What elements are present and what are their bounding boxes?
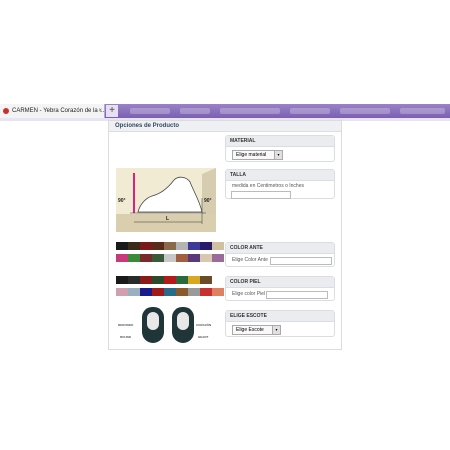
tab-title: CARMEN - Yebra Corazón de la ...	[12, 108, 105, 114]
color-ante-title: COLOR ANTE	[226, 243, 334, 254]
color-swatch[interactable]	[212, 242, 224, 250]
color-swatch[interactable]	[200, 242, 212, 250]
color-piel-label: Elige color Piel	[232, 291, 266, 297]
close-tab-icon[interactable]: ×	[98, 104, 102, 118]
shoe-label-redondo: REDONDO	[118, 323, 134, 327]
talla-section: TALLA medida en Centimetros o Inches	[225, 169, 335, 199]
color-swatch[interactable]	[200, 288, 212, 296]
blurred-tab[interactable]	[400, 108, 445, 114]
escote-section: ELIGE ESCOTE Elige Escote ▾	[225, 310, 335, 337]
color-swatch[interactable]	[140, 242, 152, 250]
color-swatch[interactable]	[200, 276, 212, 284]
color-piel-input[interactable]	[266, 291, 328, 299]
color-swatch[interactable]	[188, 254, 200, 262]
chevron-down-icon: ▾	[272, 326, 280, 334]
browser-tab-active[interactable]: CARMEN - Yebra Corazón de la ... ×	[0, 104, 105, 118]
escote-select-value: Elige Escote	[236, 327, 264, 333]
escote-shoes-image: REDONDO CORAZÓN ROUND HEART	[116, 303, 216, 345]
color-swatch[interactable]	[116, 242, 128, 250]
shoe-round	[142, 307, 164, 343]
color-swatch[interactable]	[128, 288, 140, 296]
color-swatch[interactable]	[164, 288, 176, 296]
color-swatch[interactable]	[116, 254, 128, 262]
shoe-heart-inner	[177, 312, 189, 330]
color-ante-input[interactable]	[270, 257, 332, 265]
color-swatch[interactable]	[176, 242, 188, 250]
color-swatch[interactable]	[164, 276, 176, 284]
blurred-tab[interactable]	[220, 108, 280, 114]
color-swatch[interactable]	[140, 276, 152, 284]
color-swatch[interactable]	[140, 254, 152, 262]
length-label: L	[166, 216, 170, 222]
ante-swatch-row-1	[116, 242, 224, 250]
blurred-tab[interactable]	[180, 108, 210, 114]
talla-hint: medida en Centimetros o Inches	[232, 183, 304, 189]
color-swatch[interactable]	[188, 288, 200, 296]
panel-title: Opciones de Producto	[109, 121, 341, 132]
shoe-label-heart: HEART	[198, 335, 209, 339]
color-swatch[interactable]	[116, 288, 128, 296]
escote-title: ELIGE ESCOTE	[226, 311, 334, 322]
color-swatch[interactable]	[140, 288, 152, 296]
material-section: MATERIAL Elige material ▾	[225, 135, 335, 162]
material-select[interactable]: Elige material ▾	[232, 150, 283, 160]
ante-swatch-row-2	[116, 254, 224, 262]
color-swatch[interactable]	[152, 242, 164, 250]
angle-right-label: 90°	[204, 198, 212, 204]
shoe-heart	[172, 307, 194, 343]
color-swatch[interactable]	[128, 276, 140, 284]
color-swatch[interactable]	[212, 254, 224, 262]
material-select-value: Elige material	[236, 152, 267, 158]
color-swatch[interactable]	[176, 254, 188, 262]
color-swatch[interactable]	[152, 254, 164, 262]
color-piel-title: COLOR PIEL	[226, 277, 334, 288]
material-title: MATERIAL	[226, 136, 334, 147]
shoe-round-inner	[147, 312, 159, 330]
shoe-label-round: ROUND	[120, 335, 131, 339]
color-ante-label: Elige Color Ante	[232, 257, 268, 263]
site-favicon-icon	[3, 108, 9, 114]
piel-swatch-row-1	[116, 276, 224, 284]
color-swatch[interactable]	[128, 242, 140, 250]
color-swatch[interactable]	[176, 288, 188, 296]
new-tab-button[interactable]: +	[106, 105, 118, 117]
color-swatch[interactable]	[188, 276, 200, 284]
foot-measure-diagram: 90° 90° L	[116, 168, 216, 232]
escote-select[interactable]: Elige Escote ▾	[232, 325, 281, 335]
browser-tab-bar: CARMEN - Yebra Corazón de la ... × +	[0, 104, 450, 118]
color-piel-section: COLOR PIEL Elige color Piel	[225, 276, 335, 301]
color-swatch[interactable]	[128, 254, 140, 262]
color-swatch[interactable]	[164, 242, 176, 250]
color-swatch[interactable]	[212, 276, 224, 284]
talla-input[interactable]	[231, 191, 291, 199]
color-swatch[interactable]	[152, 288, 164, 296]
color-swatch[interactable]	[164, 254, 176, 262]
shoe-label-corazon: CORAZÓN	[196, 323, 212, 327]
chevron-down-icon: ▾	[274, 151, 282, 159]
color-swatch[interactable]	[212, 288, 224, 296]
piel-swatch-row-2	[116, 288, 224, 296]
blurred-tab[interactable]	[340, 108, 390, 114]
talla-title: TALLA	[226, 170, 334, 181]
blurred-tab[interactable]	[130, 108, 170, 114]
blurred-tab[interactable]	[290, 108, 330, 114]
color-swatch[interactable]	[200, 254, 212, 262]
color-swatch[interactable]	[152, 276, 164, 284]
angle-left-label: 90°	[118, 198, 126, 204]
color-ante-section: COLOR ANTE Elige Color Ante	[225, 242, 335, 267]
color-swatch[interactable]	[116, 276, 128, 284]
color-swatch[interactable]	[176, 276, 188, 284]
color-swatch[interactable]	[188, 242, 200, 250]
